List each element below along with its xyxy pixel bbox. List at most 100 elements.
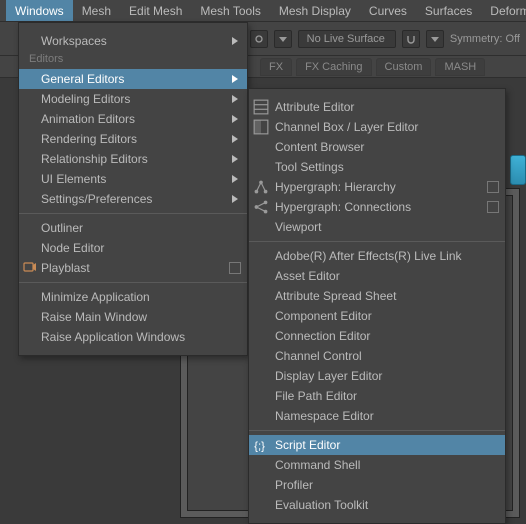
- menu-minimize-application[interactable]: Minimize Application: [19, 287, 247, 307]
- menu-ui-elements[interactable]: UI Elements: [19, 169, 247, 189]
- menu-windows[interactable]: Windows: [6, 0, 73, 21]
- menu-mesh-display[interactable]: Mesh Display: [270, 0, 360, 21]
- menu-item-label: Animation Editors: [41, 112, 135, 126]
- menu-item-label: Modeling Editors: [41, 92, 130, 106]
- submenu-tool-settings[interactable]: Tool Settings: [249, 157, 505, 177]
- submenu-item-label: Channel Box / Layer Editor: [275, 120, 418, 134]
- submenu-item-label: Namespace Editor: [275, 409, 374, 423]
- menu-animation-editors[interactable]: Animation Editors: [19, 109, 247, 129]
- submenu-hypergraph-connections[interactable]: Hypergraph: Connections: [249, 197, 505, 217]
- shelf-tab-mash[interactable]: MASH: [435, 58, 485, 76]
- submenu-channel-control[interactable]: Channel Control: [249, 346, 505, 366]
- hypergraph-icon: [253, 199, 269, 215]
- menu-separator: [249, 241, 505, 242]
- menu-separator: [249, 430, 505, 431]
- menu-raise-application-windows[interactable]: Raise Application Windows: [19, 327, 247, 347]
- submenu-item-label: Viewport: [275, 220, 321, 234]
- submenu-script-editor[interactable]: {;} Script Editor: [249, 435, 505, 455]
- menu-rendering-editors[interactable]: Rendering Editors: [19, 129, 247, 149]
- chevron-right-icon: [231, 73, 239, 87]
- menu-item-label: Node Editor: [41, 241, 104, 255]
- menu-settings-preferences[interactable]: Settings/Preferences: [19, 189, 247, 209]
- shelf-tab-custom[interactable]: Custom: [376, 58, 432, 76]
- symmetry-label[interactable]: Symmetry: Off: [450, 33, 520, 45]
- menu-node-editor[interactable]: Node Editor: [19, 238, 247, 258]
- chevron-right-icon: [231, 93, 239, 107]
- menu-surfaces[interactable]: Surfaces: [416, 0, 481, 21]
- chevron-right-icon: [231, 153, 239, 167]
- option-box-icon[interactable]: [487, 181, 499, 193]
- playblast-icon: [23, 260, 37, 274]
- menu-item-label: Settings/Preferences: [41, 192, 152, 206]
- option-box-icon[interactable]: [229, 262, 241, 274]
- menu-relationship-editors[interactable]: Relationship Editors: [19, 149, 247, 169]
- submenu-viewport[interactable]: Viewport: [249, 217, 505, 237]
- menu-item-label: Raise Application Windows: [41, 330, 185, 344]
- submenu-item-label: Attribute Editor: [275, 100, 354, 114]
- magnet-icon[interactable]: [402, 30, 420, 48]
- dropdown-caret-button[interactable]: [274, 30, 292, 48]
- submenu-profiler[interactable]: Profiler: [249, 475, 505, 495]
- submenu-connection-editor[interactable]: Connection Editor: [249, 326, 505, 346]
- submenu-content-browser[interactable]: Content Browser: [249, 137, 505, 157]
- menu-item-label: Minimize Application: [41, 290, 150, 304]
- side-tool-button[interactable]: [510, 155, 526, 185]
- submenu-item-label: Command Shell: [275, 458, 360, 472]
- submenu-command-shell[interactable]: Command Shell: [249, 455, 505, 475]
- submenu-item-label: Evaluation Toolkit: [275, 498, 368, 512]
- menu-item-label: Raise Main Window: [41, 310, 147, 324]
- submenu-display-layer-editor[interactable]: Display Layer Editor: [249, 366, 505, 386]
- svg-text:{;}: {;}: [254, 441, 265, 453]
- submenu-hypergraph-hierarchy[interactable]: Hypergraph: Hierarchy: [249, 177, 505, 197]
- submenu-ae-live-link[interactable]: Adobe(R) After Effects(R) Live Link: [249, 246, 505, 266]
- submenu-item-label: Tool Settings: [275, 160, 344, 174]
- submenu-item-label: Display Layer Editor: [275, 369, 382, 383]
- menu-deform[interactable]: Deform: [481, 0, 526, 21]
- menu-separator: [19, 213, 247, 214]
- menu-separator: [19, 282, 247, 283]
- menu-item-label: Outliner: [41, 221, 83, 235]
- live-surface-field[interactable]: No Live Surface: [298, 30, 396, 48]
- submenu-item-label: Component Editor: [275, 309, 372, 323]
- shelf-tab-fxcaching[interactable]: FX Caching: [296, 58, 371, 76]
- menu-mesh[interactable]: Mesh: [73, 0, 120, 21]
- menu-item-label: Playblast: [41, 261, 90, 275]
- submenu-item-label: Asset Editor: [275, 269, 340, 283]
- submenu-channel-box[interactable]: Channel Box / Layer Editor: [249, 117, 505, 137]
- shelf-tab-fx[interactable]: FX: [260, 58, 292, 76]
- chevron-right-icon: [231, 133, 239, 147]
- sym-dropdown-caret[interactable]: [426, 30, 444, 48]
- menu-raise-main-window[interactable]: Raise Main Window: [19, 307, 247, 327]
- submenu-evaluation-toolkit[interactable]: Evaluation Toolkit: [249, 495, 505, 515]
- hypergraph-icon: [253, 179, 269, 195]
- submenu-item-label: Hypergraph: Connections: [275, 200, 411, 214]
- menu-modeling-editors[interactable]: Modeling Editors: [19, 89, 247, 109]
- menu-item-label: UI Elements: [41, 172, 106, 186]
- menu-curves[interactable]: Curves: [360, 0, 416, 21]
- option-box-icon[interactable]: [487, 201, 499, 213]
- submenu-namespace-editor[interactable]: Namespace Editor: [249, 406, 505, 426]
- menu-outliner[interactable]: Outliner: [19, 218, 247, 238]
- menu-edit-mesh[interactable]: Edit Mesh: [120, 0, 191, 21]
- main-menubar: Windows Mesh Edit Mesh Mesh Tools Mesh D…: [0, 0, 526, 22]
- menu-item-label: Rendering Editors: [41, 132, 137, 146]
- windows-menu-dropdown: Workspaces Editors General Editors Model…: [18, 22, 248, 356]
- menu-general-editors[interactable]: General Editors: [19, 69, 247, 89]
- submenu-attribute-editor[interactable]: Attribute Editor: [249, 97, 505, 117]
- menu-playblast[interactable]: Playblast: [19, 258, 247, 278]
- menu-workspaces[interactable]: Workspaces: [19, 31, 247, 51]
- snap-toggle-button[interactable]: [250, 30, 268, 48]
- submenu-item-label: Channel Control: [275, 349, 362, 363]
- submenu-component-editor[interactable]: Component Editor: [249, 306, 505, 326]
- menu-item-label: Relationship Editors: [41, 152, 148, 166]
- chevron-right-icon: [231, 35, 239, 49]
- submenu-asset-editor[interactable]: Asset Editor: [249, 266, 505, 286]
- submenu-item-label: Content Browser: [275, 140, 364, 154]
- submenu-item-label: Script Editor: [275, 438, 340, 452]
- submenu-file-path-editor[interactable]: File Path Editor: [249, 386, 505, 406]
- submenu-attribute-spreadsheet[interactable]: Attribute Spread Sheet: [249, 286, 505, 306]
- script-editor-icon: {;}: [253, 437, 269, 453]
- menu-workspaces-label: Workspaces: [41, 34, 107, 48]
- menu-mesh-tools[interactable]: Mesh Tools: [191, 0, 269, 21]
- submenu-item-label: File Path Editor: [275, 389, 357, 403]
